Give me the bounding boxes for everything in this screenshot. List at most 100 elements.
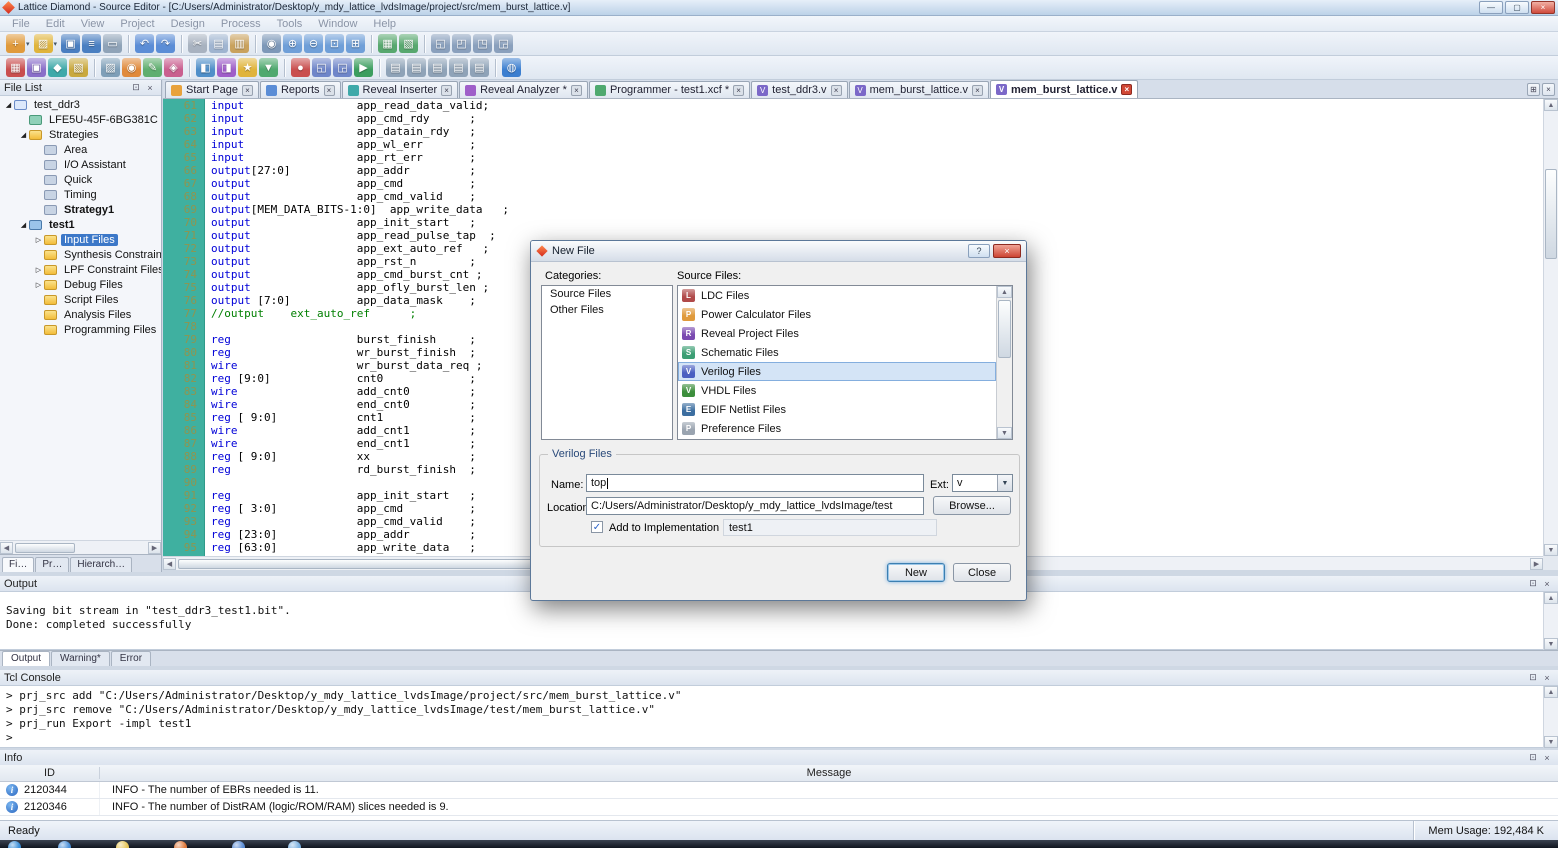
bitstream-report-icon[interactable]: ▤ — [449, 58, 468, 77]
view-tab[interactable]: Fi… — [2, 557, 35, 572]
scroll-thumb[interactable] — [1545, 169, 1557, 259]
menu-view[interactable]: View — [73, 18, 113, 30]
tree-item-i-o-assistant[interactable]: I/O Assistant — [0, 157, 161, 172]
tree-item-strategy1[interactable]: Strategy1 — [0, 202, 161, 217]
info-row[interactable]: i 2120344 INFO - The number of EBRs needed… — [0, 782, 1558, 799]
tree-item-synthesis-constraint-files[interactable]: Synthesis Constraint Files — [0, 247, 161, 262]
maximize-button[interactable]: ▢ — [1505, 1, 1529, 14]
file-type-item[interactable]: E EDIF Netlist Files — [678, 400, 996, 419]
chevron-down-icon[interactable]: ▼ — [997, 475, 1012, 491]
close-button[interactable]: × — [1531, 1, 1555, 14]
code-line[interactable]: 64 input app_wl_err ; — [163, 138, 1543, 151]
output-vscrollbar[interactable]: ▲ ▼ — [1543, 592, 1558, 650]
document-tab[interactable]: Programmer - test1.xcf * × — [588, 81, 751, 98]
file-type-item[interactable]: P Power Calculator Files — [678, 305, 996, 324]
close-tab-icon[interactable]: × — [972, 84, 983, 96]
expanded-arrow-icon[interactable]: ◢ — [18, 131, 29, 139]
file-type-item[interactable]: P Preference Files — [678, 419, 996, 438]
close-tab-icon[interactable]: × — [441, 84, 453, 96]
menu-process[interactable]: Process — [213, 18, 269, 30]
physical-view-icon[interactable]: ◲ — [333, 58, 352, 77]
tree-item-debug-files[interactable]: ▷ Debug Files — [0, 277, 161, 292]
window-restore-icon[interactable]: ◲ — [494, 34, 514, 53]
expanded-arrow-icon[interactable]: ◢ — [3, 101, 14, 109]
taskbar-app-4-icon[interactable] — [232, 841, 245, 848]
scroll-left-icon[interactable]: ◀ — [163, 557, 176, 570]
collapsed-arrow-icon[interactable]: ▷ — [33, 236, 44, 244]
tcl-console-content[interactable]: > prj_src add "C:/Users/Administrator/De… — [0, 686, 1558, 748]
file-type-item[interactable]: V VHDL Files — [678, 381, 996, 400]
window-cascade-icon[interactable]: ◱ — [431, 34, 451, 53]
file-type-item[interactable]: V Verilog Files — [678, 362, 996, 381]
code-line[interactable]: 62 input app_cmd_rdy ; — [163, 112, 1543, 125]
save-icon[interactable]: ▣ — [61, 34, 81, 53]
new-button[interactable]: New — [887, 563, 945, 582]
output-tab-output[interactable]: Output — [2, 651, 51, 666]
help-icon[interactable]: ◍ — [502, 58, 521, 77]
code-line[interactable]: 68 output app_cmd_valid ; — [163, 190, 1543, 203]
close-panel-icon[interactable]: × — [1540, 751, 1554, 764]
map-report-icon[interactable]: ▤ — [407, 58, 426, 77]
collapsed-arrow-icon[interactable]: ▷ — [33, 281, 44, 289]
undo-icon[interactable]: ↶ — [135, 34, 155, 53]
scroll-thumb[interactable] — [998, 300, 1011, 358]
scroll-left-icon[interactable]: ◀ — [0, 541, 13, 554]
menu-window[interactable]: Window — [310, 18, 365, 30]
spreadsheet-view-icon[interactable]: ▦ — [6, 58, 25, 77]
tree-item-test-ddr3[interactable]: ◢ test_ddr3 — [0, 97, 161, 112]
name-input[interactable]: top — [586, 474, 924, 492]
reveal-analyzer-icon[interactable]: ◨ — [217, 58, 236, 77]
programmer-icon[interactable]: ▼ — [259, 58, 278, 77]
paste-icon[interactable]: ▥ — [230, 34, 250, 53]
code-line[interactable]: 66 output[27:0] app_addr ; — [163, 164, 1543, 177]
document-tab[interactable]: Reveal Inserter × — [341, 81, 459, 98]
par-report-icon[interactable]: ▤ — [428, 58, 447, 77]
table-view-icon[interactable]: ▦ — [378, 34, 398, 53]
scroll-up-icon[interactable]: ▲ — [1544, 686, 1558, 698]
dialog-close-button[interactable]: × — [993, 244, 1021, 258]
scroll-up-icon[interactable]: ▲ — [1544, 99, 1558, 111]
ipexpress-icon[interactable]: ★ — [238, 58, 257, 77]
menu-project[interactable]: Project — [112, 18, 162, 30]
id-column-header[interactable]: ID — [0, 767, 100, 779]
run-manager-icon[interactable]: ▶ — [354, 58, 373, 77]
taskbar-app-1-icon[interactable] — [58, 841, 71, 848]
code-line[interactable]: 70 output app_init_start ; — [163, 216, 1543, 229]
close-panel-icon[interactable]: × — [1540, 671, 1554, 684]
close-tab-icon[interactable]: × — [830, 84, 842, 96]
undock-panel-icon[interactable]: ⊡ — [1526, 577, 1540, 590]
reveal-inserter-icon[interactable]: ◧ — [196, 58, 215, 77]
category-item[interactable]: Other Files — [542, 302, 672, 318]
scroll-up-icon[interactable]: ▲ — [1544, 592, 1558, 604]
taskbar-app-3-icon[interactable] — [174, 841, 187, 848]
eco-editor-icon[interactable]: ✎ — [143, 58, 162, 77]
tree-item-script-files[interactable]: Script Files — [0, 292, 161, 307]
tree-item-test1[interactable]: ◢ test1 — [0, 217, 161, 232]
add-to-implementation-checkbox[interactable]: ✓ — [591, 521, 603, 533]
document-tab[interactable]: Vtest_ddr3.v × — [751, 81, 848, 98]
location-input[interactable]: C:/Users/Administrator/Desktop/y_mdy_lat… — [586, 497, 924, 515]
document-tab[interactable]: Vmem_burst_lattice.v × — [990, 80, 1139, 98]
windows-taskbar[interactable] — [0, 840, 1558, 848]
window-split-icon[interactable]: ◳ — [473, 34, 493, 53]
copy-icon[interactable]: ▤ — [209, 34, 229, 53]
dialog-help-button[interactable]: ? — [968, 244, 990, 258]
print-icon[interactable]: ▭ — [103, 34, 123, 53]
file-type-item[interactable]: L LDC Files — [678, 286, 996, 305]
scroll-thumb[interactable] — [15, 542, 75, 553]
minimize-button[interactable]: — — [1479, 1, 1503, 14]
tree-item-timing[interactable]: Timing — [0, 187, 161, 202]
chevron-down-icon[interactable]: ▾ — [54, 40, 58, 48]
close-panel-icon[interactable]: × — [143, 81, 157, 94]
timing-report-icon[interactable]: ▤ — [470, 58, 489, 77]
clarity-designer-icon[interactable]: ◈ — [164, 58, 183, 77]
undock-panel-icon[interactable]: ⊡ — [129, 81, 143, 94]
menu-help[interactable]: Help — [365, 18, 404, 30]
tree-item-strategies[interactable]: ◢ Strategies — [0, 127, 161, 142]
menu-design[interactable]: Design — [163, 18, 213, 30]
chart-view-icon[interactable]: ▧ — [399, 34, 419, 53]
device-view-icon[interactable]: ◆ — [48, 58, 67, 77]
window-tile-icon[interactable]: ◰ — [452, 34, 472, 53]
file-type-item[interactable]: S Schematic Files — [678, 343, 996, 362]
zoom-area-icon[interactable]: ⊞ — [346, 34, 366, 53]
